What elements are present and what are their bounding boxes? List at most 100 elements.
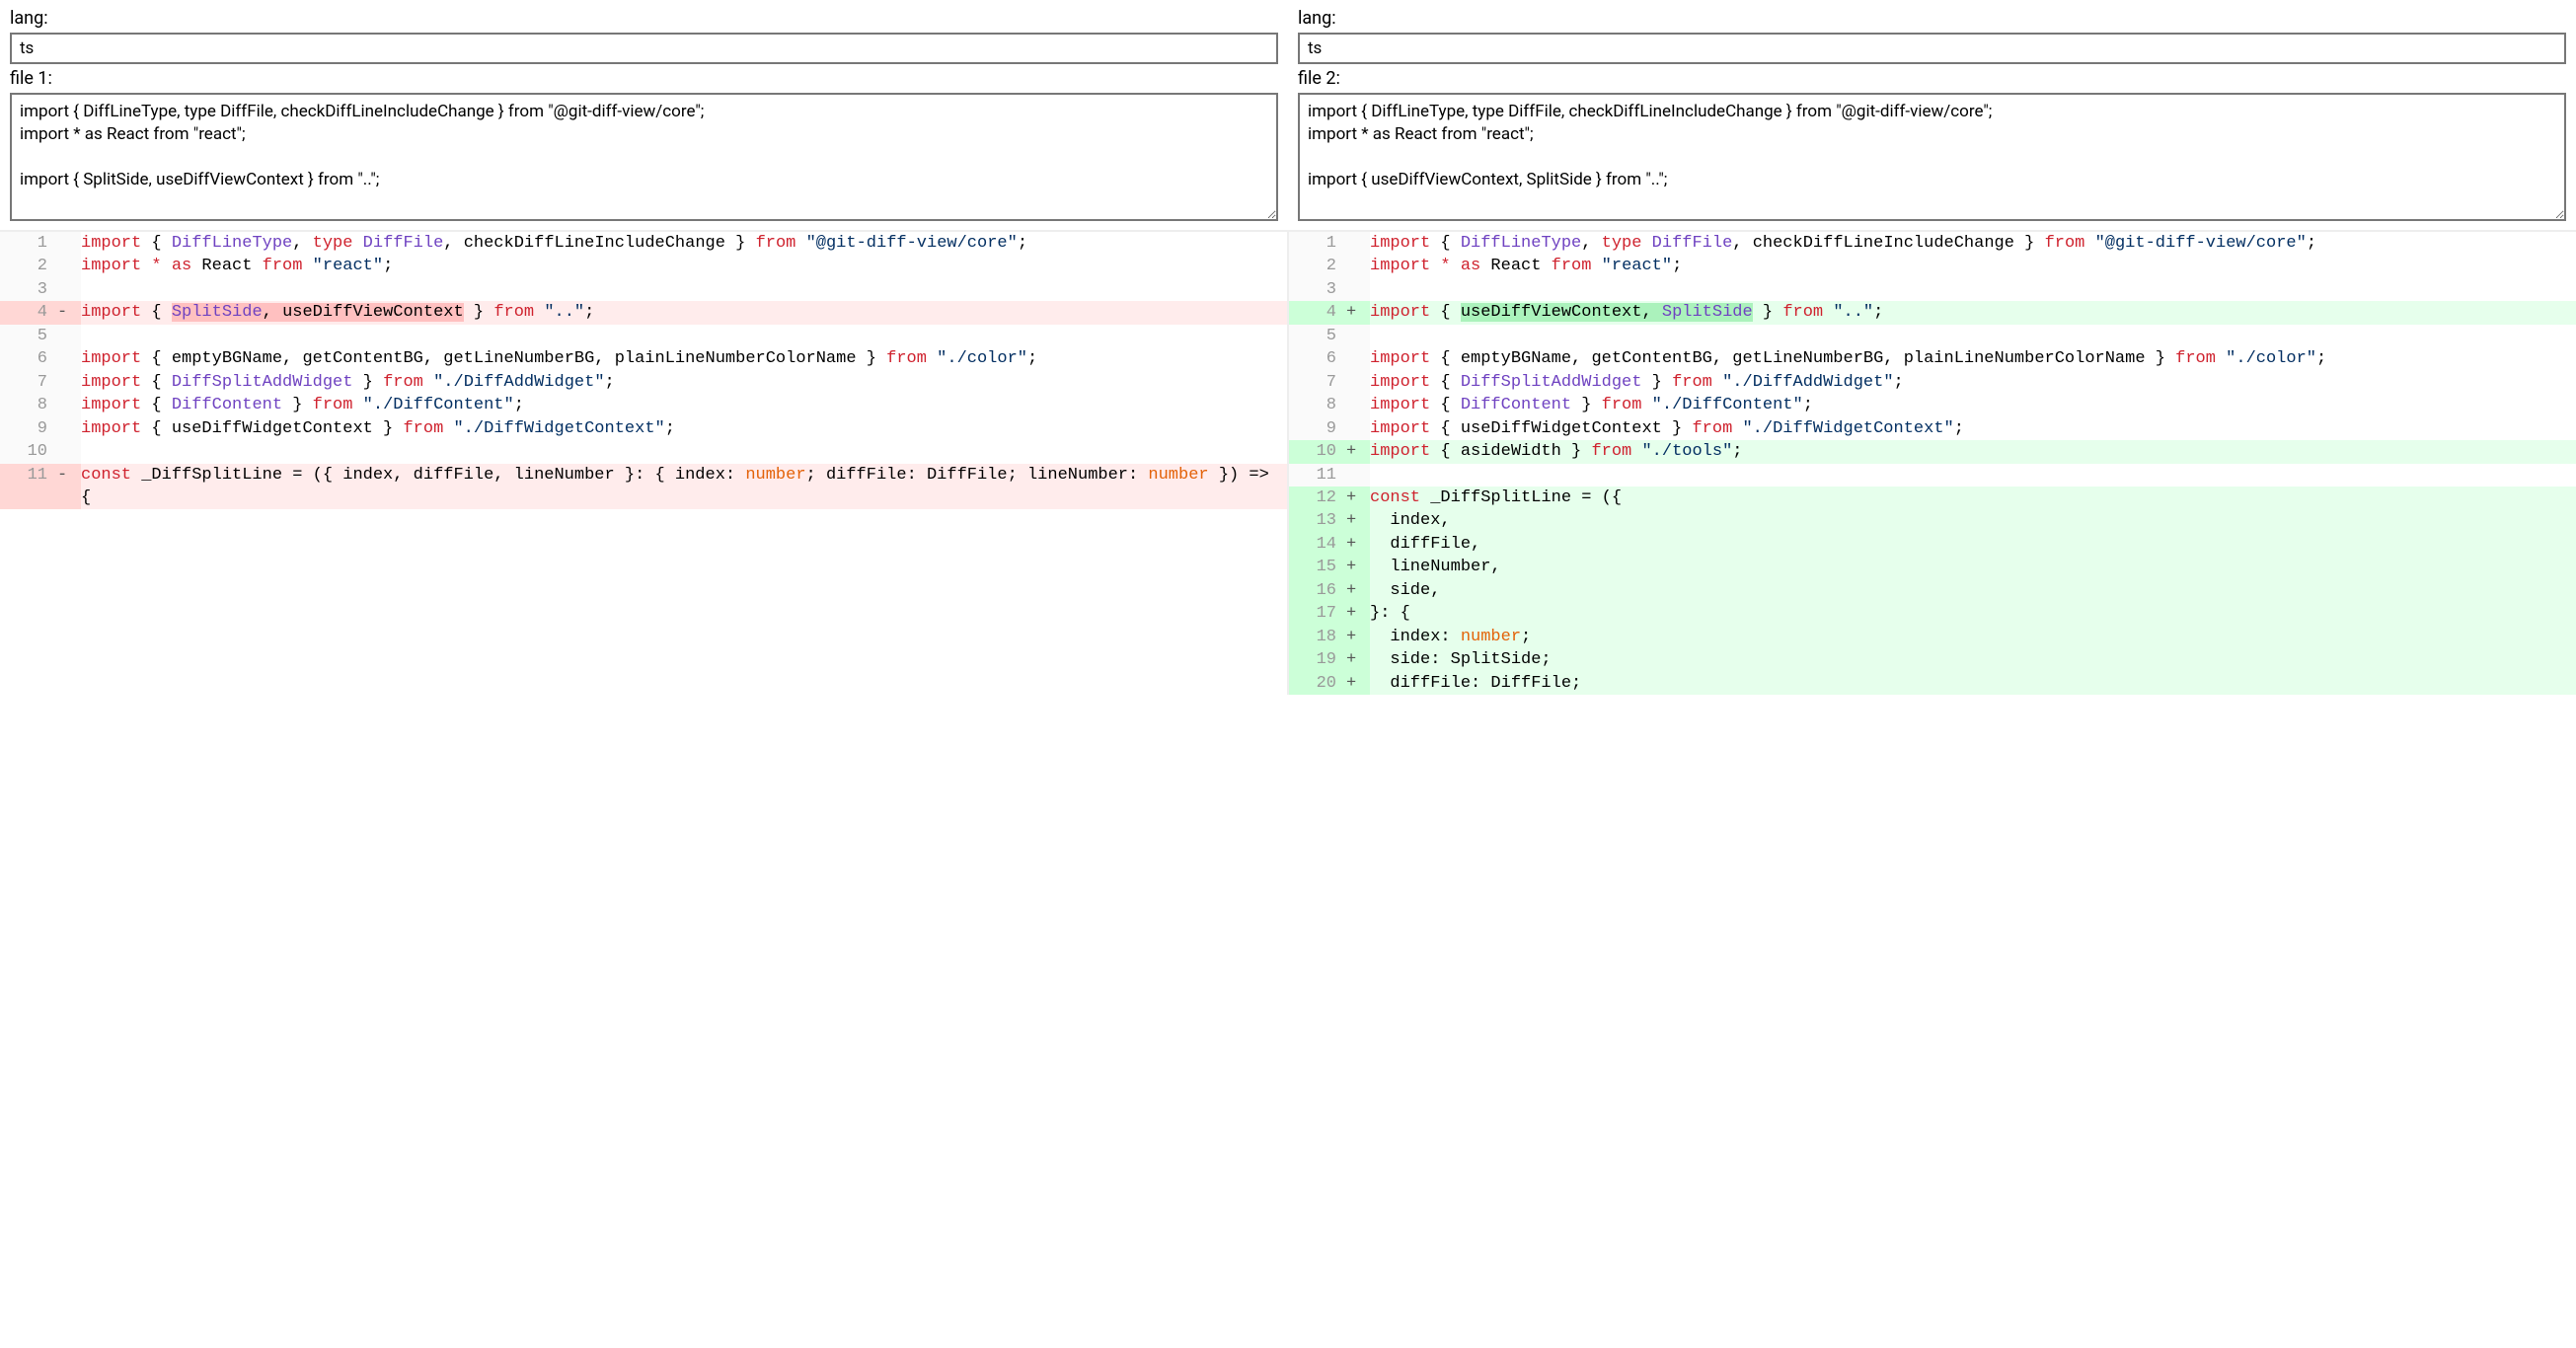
line-number: 13 [1289,509,1346,532]
diff-sign [57,440,81,463]
diff-line[interactable]: 8 import { DiffContent } from "./DiffCont… [0,394,1287,416]
diff-line[interactable]: 4-import { SplitSide, useDiffViewContext… [0,301,1287,324]
line-number: 20 [1289,672,1346,695]
diff-line[interactable]: 2import * as React from "react"; [1289,255,2576,277]
code-content [81,440,1287,463]
code-content [1370,464,2576,487]
diff-line[interactable]: 13+ index, [1289,509,2576,532]
code-content: lineNumber, [1370,556,2576,578]
diff-sign [57,417,81,440]
diff-line[interactable]: 20+ diffFile: DiffFile; [1289,672,2576,695]
diff-line[interactable]: 4+import { useDiffViewContext, SplitSide… [1289,301,2576,324]
diff-line[interactable]: 2 import * as React from "react"; [0,255,1287,277]
diff-sign: + [1346,440,1370,463]
lang-input-left[interactable] [10,33,1278,64]
diff-view: 1import { DiffLineType, type DiffFile, c… [0,230,2576,695]
diff-line[interactable]: 19+ side: SplitSide; [1289,648,2576,671]
line-number: 1 [1289,232,1346,255]
diff-line[interactable]: 11 [1289,464,2576,487]
line-number: 10 [0,440,57,463]
diff-line[interactable]: 3 [1289,278,2576,301]
diff-line[interactable]: 3 [0,278,1287,301]
line-number: 9 [0,417,57,440]
code-content: import { DiffLineType, type DiffFile, ch… [81,232,1287,255]
line-number: 4 [0,301,57,324]
diff-sign [1346,232,1370,255]
diff-sign: + [1346,487,1370,509]
left-input-column: lang: file 1: [0,0,1288,230]
diff-sign: + [1346,602,1370,625]
diff-line[interactable]: 7import { DiffSplitAddWidget } from "./D… [0,371,1287,394]
diff-sign: + [1346,509,1370,532]
diff-line[interactable]: 16+ side, [1289,579,2576,602]
diff-sign [1346,278,1370,301]
code-content: import { useDiffViewContext, SplitSide }… [1370,301,2576,324]
code-content: import { DiffContent } from "./DiffConte… [81,394,1287,416]
line-number: 16 [1289,579,1346,602]
code-content: diffFile, [1370,533,2576,556]
code-content: import { SplitSide, useDiffViewContext }… [81,301,1287,324]
code-content: import * as React from "react"; [81,255,1287,277]
diff-sign [57,371,81,394]
diff-line[interactable]: 9import { useDiffWidgetContext } from ".… [1289,417,2576,440]
diff-line[interactable]: 5 [0,325,1287,347]
diff-line[interactable]: 17+}: { [1289,602,2576,625]
line-number: 3 [0,278,57,301]
line-number: 18 [1289,626,1346,648]
code-content: const _DiffSplitLine = ({ [1370,487,2576,509]
diff-line[interactable]: 15+ lineNumber, [1289,556,2576,578]
diff-line[interactable]: 1 import { DiffLineType, type DiffFile, c… [0,232,1287,255]
line-number: 11 [1289,464,1346,487]
diff-sign [1346,394,1370,416]
diff-sign [57,325,81,347]
code-content: index, [1370,509,2576,532]
diff-line[interactable]: 6import { emptyBGName, getContentBG, get… [1289,347,2576,370]
diff-sign [1346,325,1370,347]
line-number: 2 [0,255,57,277]
diff-line[interactable]: 10+import { asideWidth } from "./tools"; [1289,440,2576,463]
lang-label-left: lang: [10,8,1278,29]
lang-input-right[interactable] [1298,33,2566,64]
diff-line[interactable]: 1import { DiffLineType, type DiffFile, c… [1289,232,2576,255]
code-content: const _DiffSplitLine = ({ index, diffFil… [81,464,1287,510]
code-content: import { asideWidth } from "./tools"; [1370,440,2576,463]
diff-line[interactable]: 12+const _DiffSplitLine = ({ [1289,487,2576,509]
diff-sign [1346,464,1370,487]
diff-sign: + [1346,648,1370,671]
line-number: 10 [1289,440,1346,463]
code-content: }: { [1370,602,2576,625]
diff-sign: + [1346,672,1370,695]
file-textarea-right[interactable] [1298,93,2566,221]
file-textarea-left[interactable] [10,93,1278,221]
diff-line[interactable]: 7import { DiffSplitAddWidget } from "./D… [1289,371,2576,394]
diff-sign [57,347,81,370]
diff-line[interactable]: 14+ diffFile, [1289,533,2576,556]
diff-line[interactable]: 18+ index: number; [1289,626,2576,648]
diff-sign [1346,417,1370,440]
diff-sign [1346,255,1370,277]
code-content [81,325,1287,347]
diff-right-pane[interactable]: 1import { DiffLineType, type DiffFile, c… [1287,232,2576,695]
diff-left-pane[interactable]: 1 import { DiffLineType, type DiffFile, c… [0,232,1287,695]
line-number: 17 [1289,602,1346,625]
diff-sign [1346,347,1370,370]
line-number: 2 [1289,255,1346,277]
diff-line[interactable]: 9import { useDiffWidgetContext } from ".… [0,417,1287,440]
diff-sign: + [1346,579,1370,602]
line-number: 3 [1289,278,1346,301]
code-content: import { emptyBGName, getContentBG, getL… [1370,347,2576,370]
line-number: 1 [0,232,57,255]
code-content [1370,325,2576,347]
diff-line[interactable]: 10 [0,440,1287,463]
line-number: 8 [0,394,57,416]
diff-sign [57,278,81,301]
code-content: import { useDiffWidgetContext } from "./… [1370,417,2576,440]
diff-line[interactable]: 11-const _DiffSplitLine = ({ index, diff… [0,464,1287,510]
diff-line[interactable]: 8import { DiffContent } from "./DiffCont… [1289,394,2576,416]
line-number: 5 [0,325,57,347]
diff-line[interactable]: 6import { emptyBGName, getContentBG, get… [0,347,1287,370]
inputs-panel: lang: file 1: lang: file 2: [0,0,2576,230]
line-number: 14 [1289,533,1346,556]
code-content: side, [1370,579,2576,602]
diff-line[interactable]: 5 [1289,325,2576,347]
